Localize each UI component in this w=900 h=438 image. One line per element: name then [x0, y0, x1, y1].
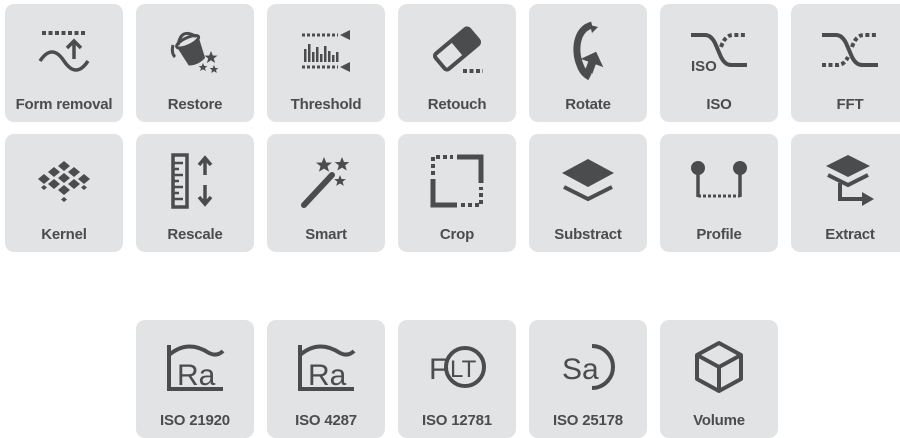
ra-profile-icon: Ra — [136, 334, 254, 400]
tool-kernel-button[interactable]: Kernel — [5, 134, 123, 252]
tool-volume-button[interactable]: Volume — [660, 320, 778, 438]
tool-label: FFT — [836, 96, 864, 113]
tool-retouch-button[interactable]: Retouch — [398, 4, 516, 122]
tool-threshold-button[interactable]: Threshold — [267, 4, 385, 122]
tool-fft-button[interactable]: FFT — [791, 4, 900, 122]
tool-label: Rotate — [565, 96, 611, 113]
crop-icon — [398, 148, 516, 214]
tool-smart-button[interactable]: Smart — [267, 134, 385, 252]
tool-label: ISO — [706, 96, 732, 113]
tool-rescale-button[interactable]: Rescale — [136, 134, 254, 252]
tool-iso-25178-button[interactable]: Sa ISO 25178 — [529, 320, 647, 438]
svg-text:Ra: Ra — [308, 359, 347, 392]
paint-bucket-icon — [136, 18, 254, 84]
tool-label: Smart — [305, 226, 347, 243]
tool-label: Rescale — [167, 226, 223, 243]
flt-icon: F LT — [398, 334, 516, 400]
sa-icon: Sa — [529, 334, 647, 400]
fft-filter-icon — [791, 18, 900, 84]
threshold-icon — [267, 18, 385, 84]
tool-form-removal-button[interactable]: Form removal — [5, 4, 123, 122]
tool-label: Substract — [554, 226, 622, 243]
tool-extract-button[interactable]: Extract — [791, 134, 900, 252]
tool-profile-button[interactable]: Profile — [660, 134, 778, 252]
magic-wand-icon — [267, 148, 385, 214]
form-removal-icon — [5, 18, 123, 84]
tool-label: ISO 25178 — [553, 412, 623, 429]
tool-label: Threshold — [290, 96, 362, 113]
profile-icon — [660, 148, 778, 214]
tool-crop-button[interactable]: Crop — [398, 134, 516, 252]
tool-substract-button[interactable]: Substract — [529, 134, 647, 252]
iso-filter-icon: ISO — [660, 18, 778, 84]
tool-label: Retouch — [427, 96, 487, 113]
svg-text:Sa: Sa — [562, 353, 599, 386]
tool-iso-button[interactable]: ISO ISO — [660, 4, 778, 122]
tool-restore-button[interactable]: Restore — [136, 4, 254, 122]
rotate-icon — [529, 18, 647, 84]
svg-text:LT: LT — [450, 356, 477, 383]
eraser-icon — [398, 18, 516, 84]
tool-label: ISO 21920 — [160, 412, 230, 429]
tool-label: Crop — [439, 226, 475, 243]
tool-label: Form removal — [15, 96, 113, 113]
tool-label: Kernel — [41, 226, 87, 243]
tool-iso-12781-button[interactable]: F LT ISO 12781 — [398, 320, 516, 438]
tool-label: ISO 4287 — [295, 412, 357, 429]
tool-label: Volume — [693, 412, 745, 429]
kernel-icon — [5, 148, 123, 214]
svg-text:Ra: Ra — [177, 359, 216, 392]
ra-profile-icon: Ra — [267, 334, 385, 400]
tool-label: Restore — [167, 96, 223, 113]
tool-label: Extract — [825, 226, 875, 243]
svg-text:ISO: ISO — [691, 58, 717, 75]
cube-icon — [660, 334, 778, 400]
tool-label: Profile — [696, 226, 742, 243]
tool-iso-21920-button[interactable]: Ra ISO 21920 — [136, 320, 254, 438]
extract-layers-icon — [791, 148, 900, 214]
tool-label: ISO 12781 — [422, 412, 492, 429]
layers-icon — [529, 148, 647, 214]
tool-iso-4287-button[interactable]: Ra ISO 4287 — [267, 320, 385, 438]
tool-rotate-button[interactable]: Rotate — [529, 4, 647, 122]
ruler-icon — [136, 148, 254, 214]
